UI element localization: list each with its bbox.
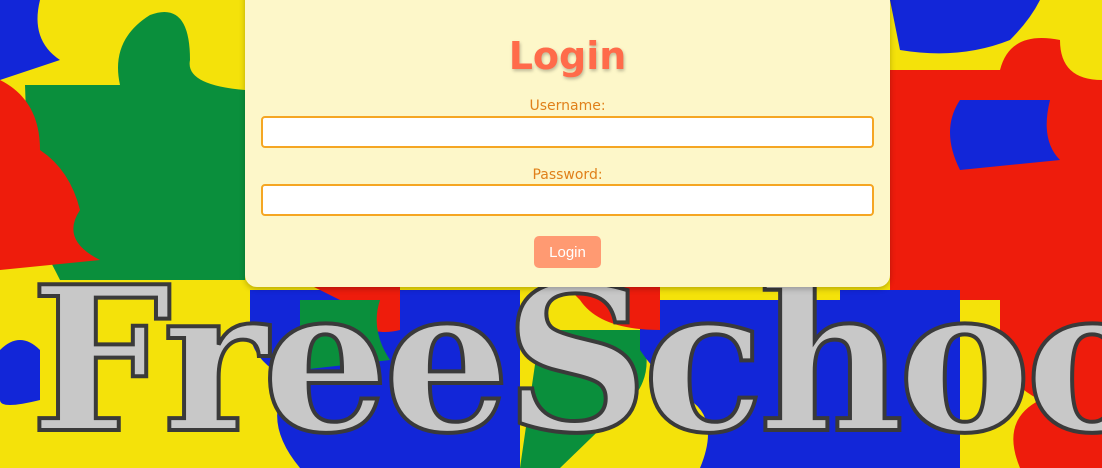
username-input[interactable] (261, 116, 874, 148)
login-card: Login Username: Password: Login (245, 0, 890, 287)
password-input[interactable] (261, 184, 874, 216)
password-label: Password: (532, 167, 603, 183)
login-button[interactable]: Login (534, 236, 601, 268)
username-label: Username: (529, 98, 606, 114)
login-title: Login (508, 34, 627, 78)
